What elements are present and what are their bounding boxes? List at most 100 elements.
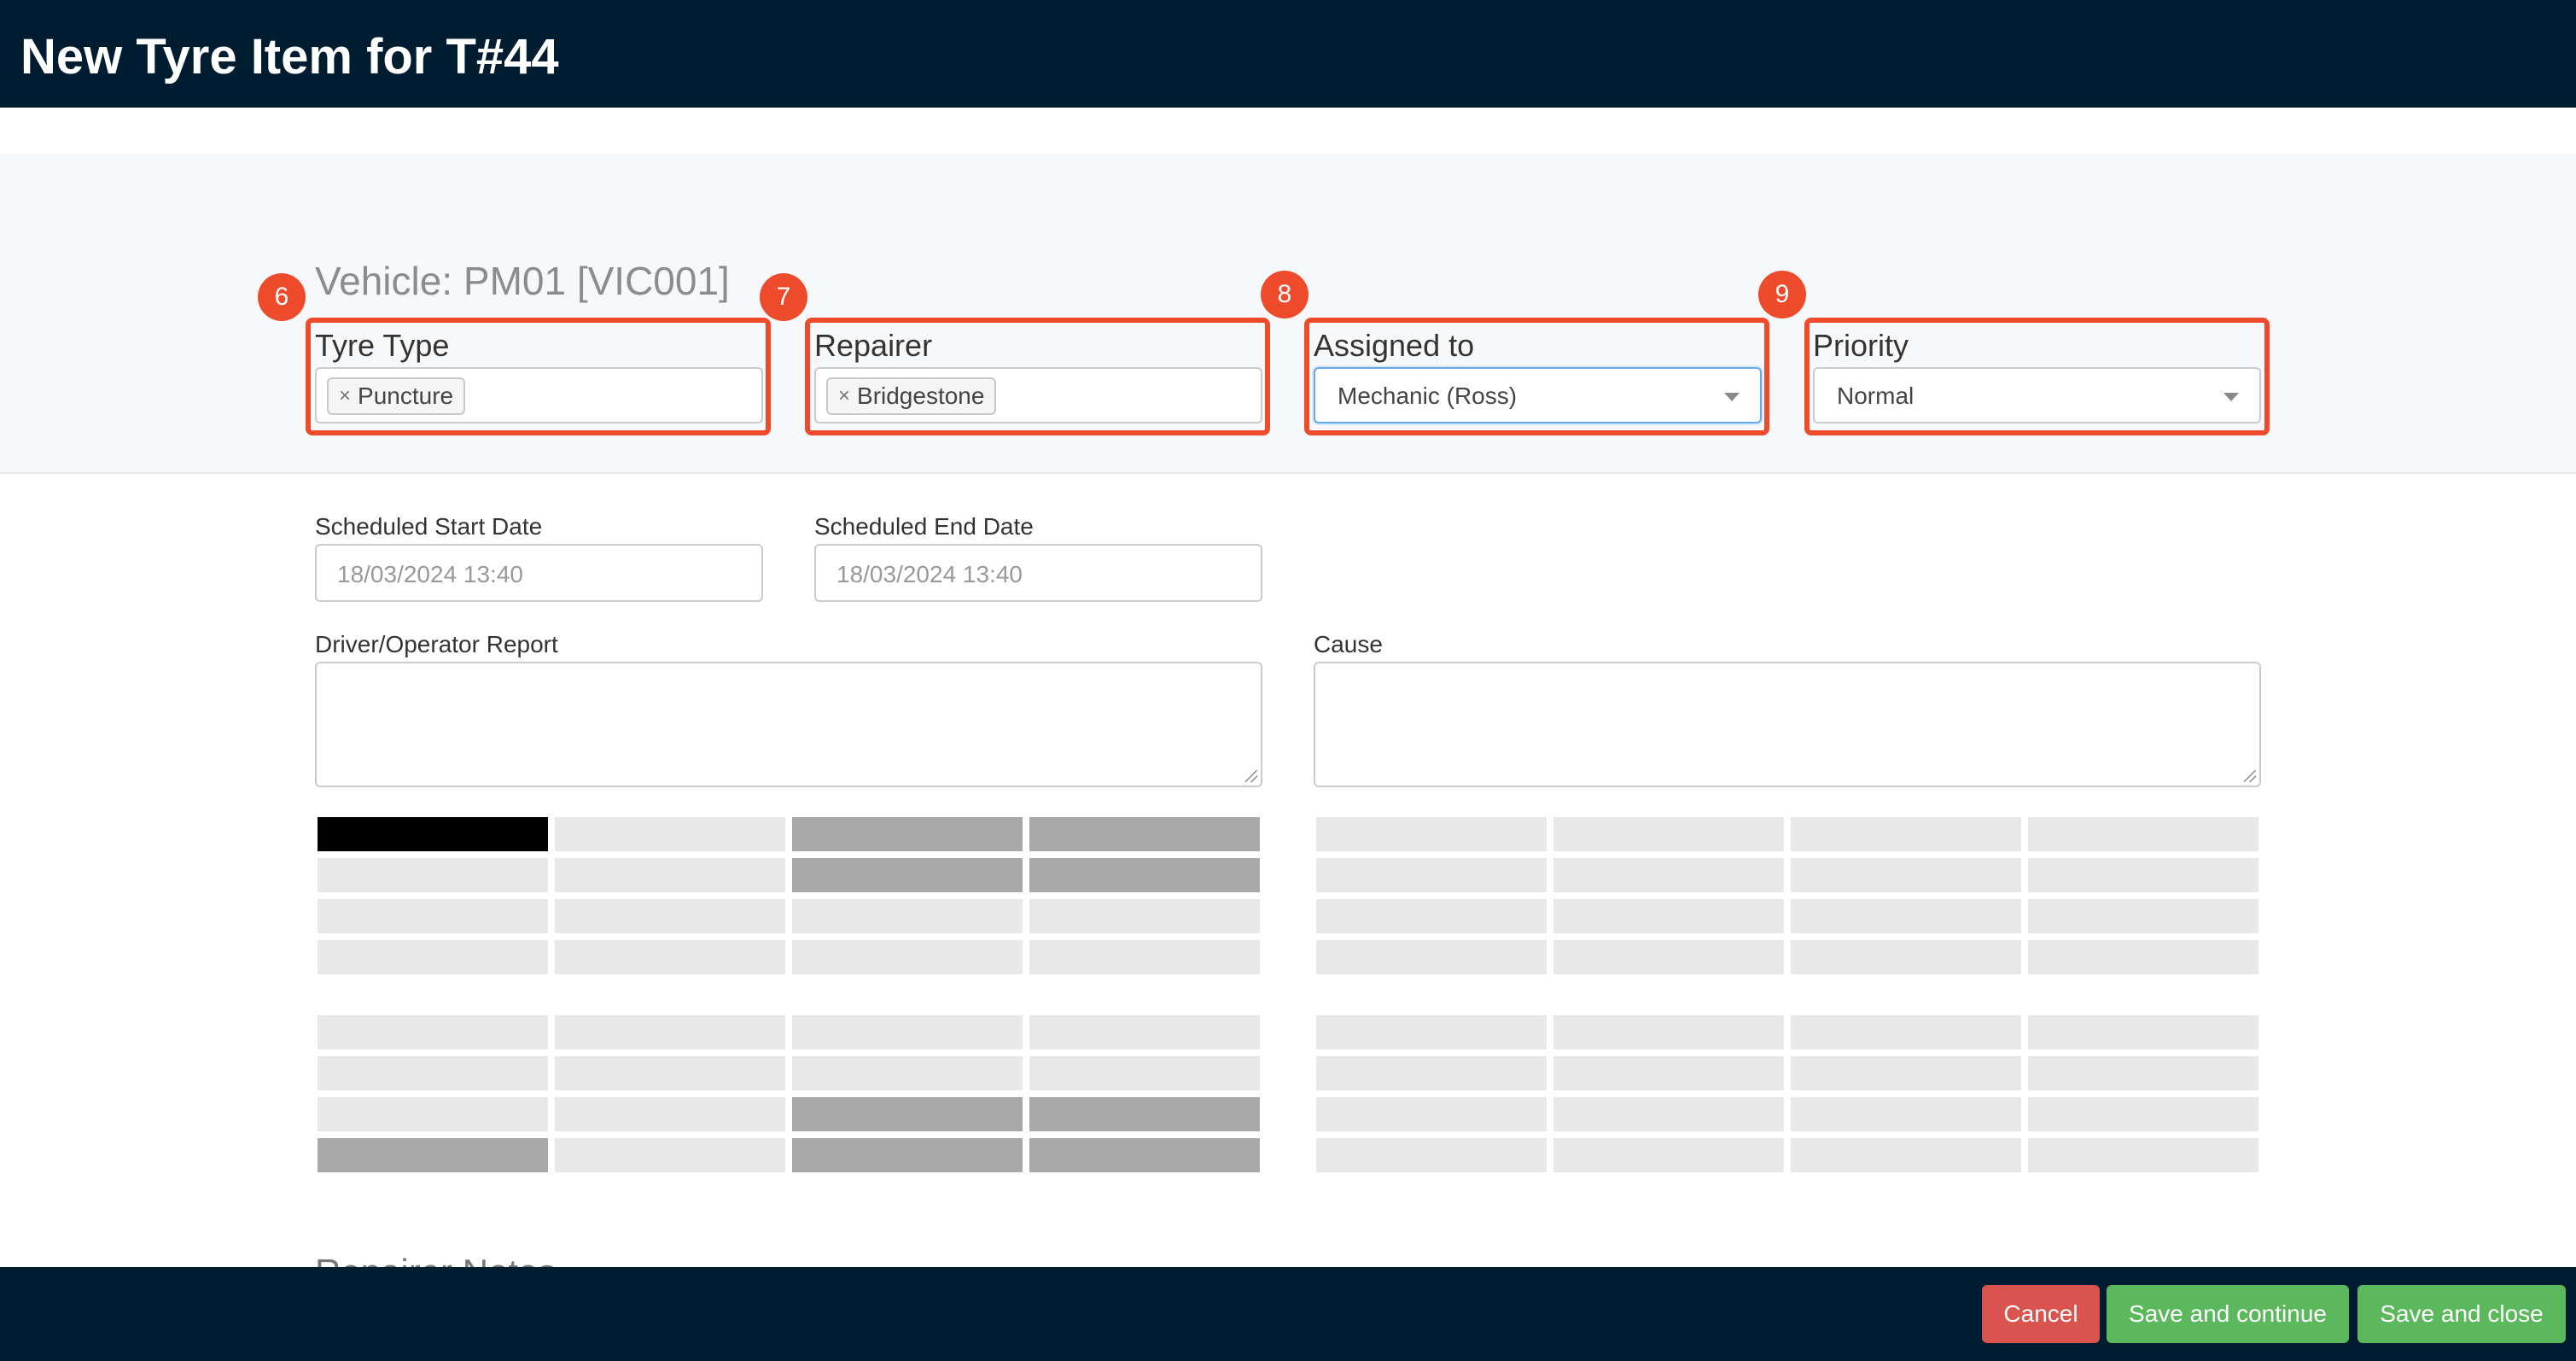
tyre-grid-right-bottom [1316, 1015, 2258, 1172]
tyre-cell[interactable] [1553, 1097, 1784, 1131]
scheduled-end-placeholder: 18/03/2024 13:40 [836, 561, 1023, 587]
tyre-cell[interactable] [1553, 1138, 1784, 1172]
cause-textarea[interactable] [1314, 662, 2261, 787]
assigned-to-value: Mechanic (Ross) [1338, 383, 1518, 409]
badge-8: 8 [1261, 271, 1308, 318]
scheduled-end-input[interactable]: 18/03/2024 13:40 [814, 544, 1262, 602]
tyre-cell[interactable] [1553, 858, 1784, 892]
tyre-cell[interactable] [1029, 1138, 1260, 1172]
tyre-cell[interactable] [1316, 1138, 1547, 1172]
tyre-cell[interactable] [2028, 1015, 2258, 1049]
remove-tag-icon[interactable]: × [339, 384, 351, 408]
tyre-cell[interactable] [792, 1056, 1023, 1090]
tyre-cell[interactable] [1029, 899, 1260, 933]
tyre-cell[interactable] [318, 1097, 548, 1131]
tyre-type-tag-label: Puncture [358, 383, 454, 409]
tyre-cell[interactable] [792, 858, 1023, 892]
tyre-type-select[interactable]: × Puncture [315, 367, 763, 423]
tyre-cell[interactable] [318, 1138, 548, 1172]
tyre-cell[interactable] [318, 858, 548, 892]
tyre-cell[interactable] [1553, 1056, 1784, 1090]
vehicle-label: Vehicle: PM01 [VIC001] [315, 259, 730, 303]
scheduled-start-input[interactable]: 18/03/2024 13:40 [315, 544, 763, 602]
tyre-cell[interactable] [1791, 1015, 2021, 1049]
tyre-cell[interactable] [2028, 899, 2258, 933]
tyre-cell[interactable] [1029, 1056, 1260, 1090]
tyre-cell[interactable] [1791, 858, 2021, 892]
tyre-cell[interactable] [2028, 1138, 2258, 1172]
save-and-continue-button[interactable]: Save and continue [2107, 1285, 2349, 1343]
tyre-cell[interactable] [318, 1015, 548, 1049]
repairer-select[interactable]: × Bridgestone [814, 367, 1262, 423]
tyre-cell[interactable] [555, 1138, 785, 1172]
save-and-close-button[interactable]: Save and close [2357, 1285, 2566, 1343]
tyre-cell[interactable] [1553, 940, 1784, 974]
resize-handle-icon[interactable] [1245, 770, 1257, 782]
tyre-cell[interactable] [1029, 1097, 1260, 1131]
tyre-grid-right-top [1316, 817, 2258, 974]
tyre-grid-left-top [318, 817, 1260, 974]
badge-7: 7 [760, 273, 807, 321]
scheduled-start-placeholder: 18/03/2024 13:40 [337, 561, 523, 587]
tyre-cell[interactable] [792, 940, 1023, 974]
tyre-cell[interactable] [555, 1056, 785, 1090]
tyre-cell[interactable] [1791, 1056, 2021, 1090]
tyre-cell[interactable] [1791, 899, 2021, 933]
tyre-cell[interactable] [2028, 817, 2258, 851]
tyre-cell[interactable] [1029, 817, 1260, 851]
cause-label: Cause [1314, 631, 1383, 657]
remove-tag-icon[interactable]: × [838, 384, 850, 408]
tyre-cell[interactable] [318, 940, 548, 974]
resize-handle-icon[interactable] [2244, 770, 2256, 782]
tyre-cell[interactable] [318, 899, 548, 933]
tyre-cell[interactable] [318, 817, 548, 851]
priority-value: Normal [1837, 383, 1915, 409]
badge-9: 9 [1758, 271, 1806, 318]
repairer-tag-label: Bridgestone [857, 383, 985, 409]
tyre-cell[interactable] [1791, 1097, 2021, 1131]
tyre-cell[interactable] [792, 817, 1023, 851]
scheduled-start-label: Scheduled Start Date [315, 513, 543, 540]
tyre-cell[interactable] [1791, 817, 2021, 851]
tyre-cell[interactable] [792, 1015, 1023, 1049]
tyre-cell[interactable] [1316, 1056, 1547, 1090]
tyre-cell[interactable] [1316, 1015, 1547, 1049]
tyre-cell[interactable] [555, 899, 785, 933]
tyre-cell[interactable] [1553, 1015, 1784, 1049]
tyre-cell[interactable] [555, 1097, 785, 1131]
chevron-down-icon [1724, 393, 1740, 401]
tyre-cell[interactable] [555, 817, 785, 851]
tyre-cell[interactable] [555, 858, 785, 892]
tyre-cell[interactable] [1791, 940, 2021, 974]
tyre-cell[interactable] [1316, 899, 1547, 933]
tyre-cell[interactable] [2028, 858, 2258, 892]
tyre-type-tag: × Puncture [327, 377, 466, 415]
tyre-cell[interactable] [2028, 940, 2258, 974]
tyre-cell[interactable] [1029, 1015, 1260, 1049]
tyre-type-label: Tyre Type [315, 328, 450, 363]
badge-6: 6 [258, 273, 306, 321]
cancel-button[interactable]: Cancel [1982, 1285, 2100, 1343]
tyre-cell[interactable] [318, 1056, 548, 1090]
tyre-cell[interactable] [1791, 1138, 2021, 1172]
tyre-cell[interactable] [1029, 940, 1260, 974]
tyre-cell[interactable] [1553, 817, 1784, 851]
driver-report-label: Driver/Operator Report [315, 631, 558, 657]
tyre-cell[interactable] [792, 1138, 1023, 1172]
tyre-cell[interactable] [1316, 1097, 1547, 1131]
tyre-cell[interactable] [792, 899, 1023, 933]
tyre-cell[interactable] [2028, 1097, 2258, 1131]
tyre-grid-left-bottom [318, 1015, 1260, 1172]
tyre-cell[interactable] [555, 1015, 785, 1049]
tyre-cell[interactable] [1316, 940, 1547, 974]
tyre-cell[interactable] [2028, 1056, 2258, 1090]
tyre-cell[interactable] [555, 940, 785, 974]
tyre-cell[interactable] [1029, 858, 1260, 892]
tyre-cell[interactable] [1316, 858, 1547, 892]
tyre-cell[interactable] [792, 1097, 1023, 1131]
tyre-cell[interactable] [1316, 817, 1547, 851]
priority-select[interactable]: Normal [1813, 367, 2261, 423]
assigned-to-select[interactable]: Mechanic (Ross) [1314, 367, 1762, 423]
tyre-cell[interactable] [1553, 899, 1784, 933]
driver-report-textarea[interactable] [315, 662, 1262, 787]
